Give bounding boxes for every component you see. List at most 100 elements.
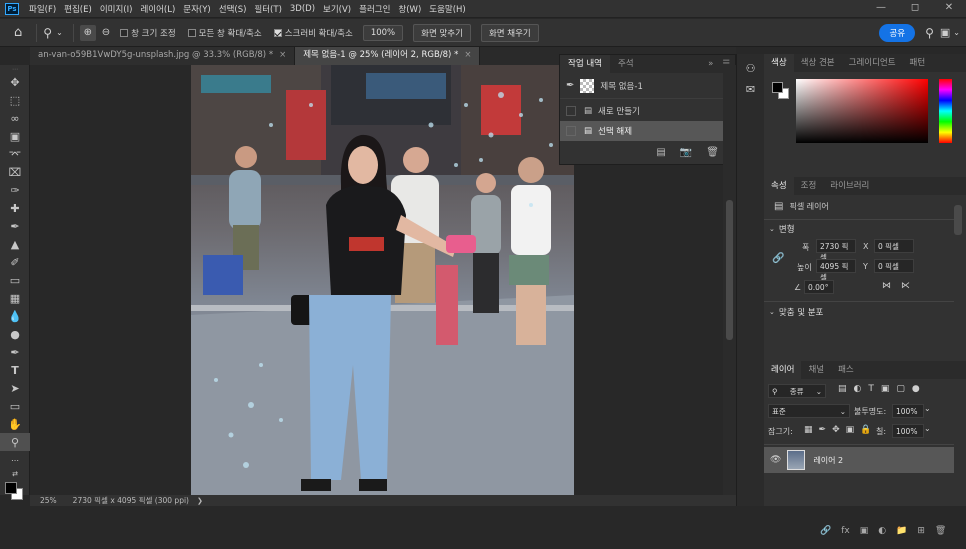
status-chevron-icon[interactable]: ❯ — [197, 497, 203, 505]
history-state-item[interactable]: ▤ 새로 만들기 — [560, 101, 735, 121]
tab-unsplash-image[interactable]: an-van-o59B1VwDY5g-unsplash.jpg @ 33.3% … — [30, 47, 296, 65]
minimize-icon[interactable]: — — [864, 0, 898, 18]
close-tab-icon[interactable]: × — [279, 50, 286, 60]
history-state-checkbox[interactable] — [566, 126, 576, 136]
width-field[interactable]: 2730 픽셀 — [816, 239, 856, 262]
filter-adjustment-icon[interactable]: ◐ — [854, 384, 862, 394]
foreground-color-swatch[interactable] — [5, 482, 17, 494]
lock-image-icon[interactable]: ✒ — [819, 425, 827, 435]
lock-all-icon[interactable]: 🔒 — [860, 425, 871, 435]
eyedropper-tool-icon[interactable]: ✑ — [0, 181, 30, 199]
visibility-eye-icon[interactable]: 👁 — [770, 455, 781, 465]
zoom-tool-preset-icon[interactable]: ⚲ — [43, 26, 52, 40]
zoom-tool-icon[interactable]: ⚲ — [0, 433, 30, 451]
pen-tool-icon[interactable]: ✒ — [0, 343, 30, 361]
menu-help[interactable]: 도움말(H) — [425, 3, 469, 15]
scrollbar-thumb[interactable] — [726, 200, 733, 340]
swap-colors-icon[interactable]: ⇄ — [0, 469, 30, 479]
foreground-color-chip[interactable] — [772, 82, 783, 93]
tab-gradients[interactable]: 그레이디언트 — [842, 54, 903, 72]
zoom-out-icon[interactable]: ⊖ — [102, 27, 110, 38]
delete-layer-icon[interactable]: 🗑 — [935, 526, 946, 536]
scrubby-zoom-checkbox[interactable]: 스크러비 확대/축소 — [273, 27, 353, 39]
color-field[interactable] — [796, 79, 928, 143]
history-snapshot[interactable]: ✒ 제목 없음-1 — [560, 73, 735, 99]
link-layers-icon[interactable]: 🔗 — [820, 526, 831, 536]
document-info[interactable]: 2730 픽셀 x 4095 픽셀 (300 ppi) — [73, 495, 189, 506]
fit-screen-button[interactable]: 화면 맞추기 — [413, 23, 471, 42]
history-panel-icon[interactable]: ⚇ — [737, 62, 764, 75]
gradient-tool-icon[interactable]: ▦ — [0, 289, 30, 307]
height-field[interactable]: 4095 픽셀 — [816, 259, 856, 282]
hue-slider[interactable] — [939, 79, 952, 143]
align-section-header[interactable]: ⌄ 맞춤 및 분포 — [769, 306, 823, 318]
close-icon[interactable]: ✕ — [932, 0, 966, 18]
workspace-chevron-icon[interactable]: ⌄ — [953, 28, 960, 37]
type-tool-icon[interactable]: T — [0, 361, 30, 379]
tab-properties[interactable]: 속성 — [764, 177, 794, 195]
layer-filter-select[interactable]: ⚲ 종류 ⌄ — [768, 384, 826, 398]
properties-scrollbar[interactable] — [954, 205, 962, 235]
tab-channels[interactable]: 채널 — [801, 361, 831, 379]
path-select-tool-icon[interactable]: ➤ — [0, 379, 30, 397]
lock-position-icon[interactable]: ✥ — [832, 425, 840, 435]
lock-transparent-icon[interactable]: ▦ — [804, 425, 813, 435]
eraser-tool-icon[interactable]: ▭ — [0, 271, 30, 289]
layer-row[interactable]: 👁 레이어 2 — [764, 447, 954, 473]
tab-untitled-1[interactable]: 제목 없음-1 @ 25% (레이어 2, RGB/8) * × — [295, 47, 481, 65]
menu-view[interactable]: 보기(V) — [319, 3, 355, 15]
tab-swatches[interactable]: 색상 견본 — [794, 54, 842, 72]
brush-tool-icon[interactable]: ✒ — [0, 217, 30, 235]
frame-tool-icon[interactable]: ⌧ — [0, 163, 30, 181]
menu-3d[interactable]: 3D(D) — [286, 4, 319, 14]
chevron-down-icon[interactable]: ⌄ — [56, 28, 63, 37]
menu-edit[interactable]: 편집(E) — [60, 3, 96, 15]
fill-chevron-icon[interactable]: ⌄ — [924, 424, 931, 433]
layer-name[interactable]: 레이어 2 — [813, 455, 843, 466]
x-field[interactable]: 0 픽셀 — [874, 239, 914, 253]
history-brush-source-icon[interactable]: ✒ — [566, 80, 574, 91]
layer-style-icon[interactable]: fx — [841, 526, 850, 536]
fill-field[interactable]: 100% — [892, 424, 924, 438]
search-icon[interactable]: ⚲ — [925, 26, 934, 40]
resize-windows-checkbox[interactable]: 창 크기 조정 — [120, 27, 176, 39]
rectangle-tool-icon[interactable]: ▭ — [0, 397, 30, 415]
history-brush-tool-icon[interactable]: ✐ — [0, 253, 30, 271]
more-tools-icon[interactable]: ⋯ — [0, 451, 30, 469]
menu-select[interactable]: 선택(S) — [215, 3, 251, 15]
transform-section-header[interactable]: ⌄ 변형 — [769, 223, 795, 235]
hand-tool-icon[interactable]: ✋ — [0, 415, 30, 433]
menu-file[interactable]: 파일(F) — [25, 3, 60, 15]
blend-mode-select[interactable]: 표준 ⌄ — [768, 404, 850, 418]
new-layer-icon[interactable]: ⊞ — [917, 526, 925, 536]
share-button[interactable]: 공유 — [879, 23, 916, 42]
zoom-all-windows-checkbox[interactable]: 모든 창 확대/축소 — [187, 27, 262, 39]
y-field[interactable]: 0 픽셀 — [874, 259, 914, 273]
lasso-tool-icon[interactable]: ∞ — [0, 109, 30, 127]
tab-adjustments[interactable]: 조정 — [794, 177, 824, 195]
healing-brush-tool-icon[interactable]: ✚ — [0, 199, 30, 217]
flip-vertical-icon[interactable]: ⋉ — [901, 281, 910, 291]
zoom-value-field[interactable]: 100% — [362, 24, 404, 41]
menu-plugins[interactable]: 플러그인 — [355, 3, 394, 15]
tab-history[interactable]: 작업 내역 — [560, 55, 610, 73]
lock-artboard-icon[interactable]: ▣ — [846, 425, 855, 435]
home-icon[interactable]: ⌂ — [14, 25, 22, 40]
tab-notes[interactable]: 주석 — [610, 55, 642, 73]
opacity-field[interactable]: 100% — [892, 404, 924, 418]
adjustment-layer-icon[interactable]: ◐ — [878, 526, 886, 536]
filter-type-icon[interactable]: T — [868, 384, 874, 394]
menu-filter[interactable]: 필터(T) — [250, 3, 285, 15]
fill-screen-button[interactable]: 화면 채우기 — [480, 23, 539, 42]
collapse-panel-icon[interactable]: » — [704, 55, 717, 73]
link-dimensions-icon[interactable]: 🔗 — [772, 253, 784, 264]
new-group-icon[interactable]: 📁 — [896, 526, 907, 536]
new-document-from-state-icon[interactable]: ▤ — [656, 147, 665, 158]
menu-image[interactable]: 이미지(I) — [96, 3, 137, 15]
menu-type[interactable]: 문자(Y) — [179, 3, 214, 15]
zoom-in-icon[interactable]: ⊕ — [79, 24, 96, 41]
opacity-chevron-icon[interactable]: ⌄ — [924, 404, 931, 413]
angle-field[interactable]: 0.00° — [804, 280, 834, 294]
delete-state-icon[interactable]: 🗑 — [706, 147, 719, 158]
blur-tool-icon[interactable]: 💧 — [0, 307, 30, 325]
